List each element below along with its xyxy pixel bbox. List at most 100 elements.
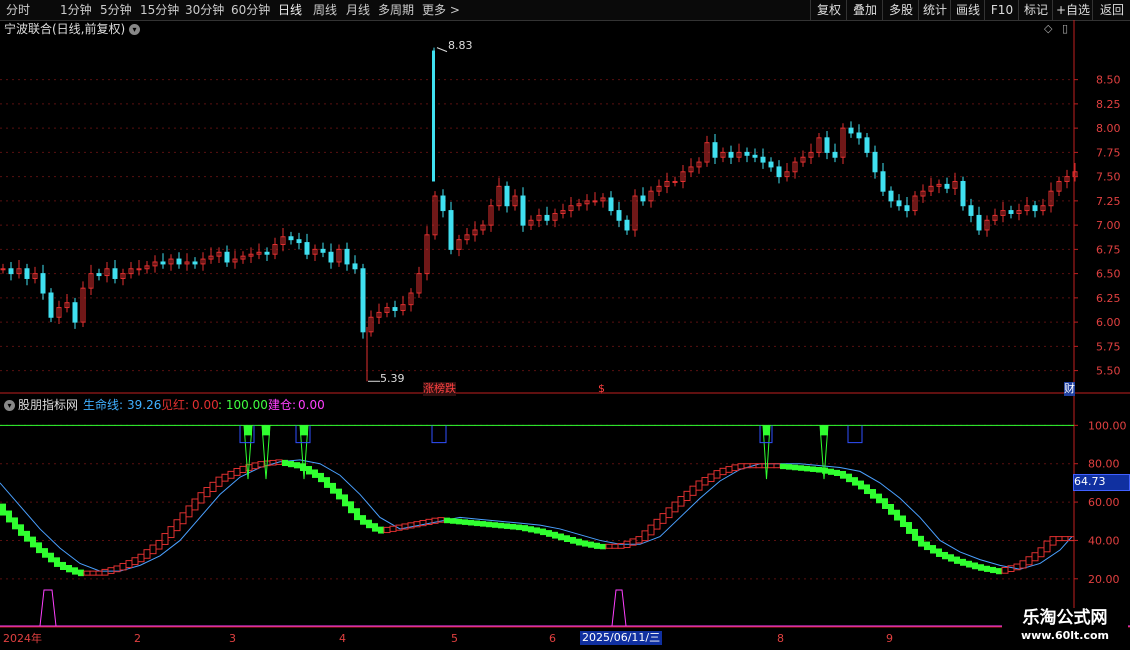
step-band-falling <box>852 477 858 486</box>
stock-chart[interactable]: 8.50 8.25 8.00 7.75 7.50 7.25 7.00 6.75 6.50 6.25… <box>0 0 1130 650</box>
step-band-falling <box>588 541 594 548</box>
high-pointer <box>436 47 448 53</box>
step-band-rising <box>683 490 691 502</box>
candle-body <box>744 151 750 156</box>
stock-title: 宁波联合(日线,前复权) <box>4 22 126 36</box>
candle-body <box>288 236 294 241</box>
candle-body <box>592 200 598 203</box>
candle-body <box>520 195 526 226</box>
step-band-falling <box>336 488 342 500</box>
candle-body <box>824 137 830 153</box>
price-tick-label: 8.50 <box>1096 74 1121 87</box>
top-signal-bar <box>300 425 308 436</box>
step-band-falling <box>810 466 816 472</box>
step-band-falling <box>306 466 312 475</box>
candle-body <box>40 273 46 294</box>
life-line-value: 39.26 <box>127 398 162 412</box>
step-band-rising <box>677 496 685 507</box>
step-band-rising <box>149 544 157 555</box>
price-tick-label: 7.00 <box>1096 219 1121 232</box>
step-band-falling <box>798 465 804 471</box>
step-band-rising <box>215 476 223 487</box>
step-band-rising <box>647 524 655 536</box>
current-value-badge: 64.73 <box>1073 474 1130 491</box>
panel-toggle-icon[interactable]: ▯ <box>1062 22 1068 36</box>
event-label-limit[interactable]: 涨榜跌 <box>423 382 456 396</box>
step-band-rising <box>695 480 703 491</box>
step-band-falling <box>996 568 1002 575</box>
candle-body <box>640 195 646 202</box>
step-band-rising <box>635 536 643 544</box>
step-band-falling <box>894 509 900 521</box>
event-label-dividend[interactable]: $ <box>598 382 605 396</box>
step-band-rising <box>659 513 667 524</box>
candle-body <box>360 268 366 333</box>
date-label: 2024年 <box>3 632 42 645</box>
candle-body <box>960 180 966 207</box>
step-band-falling <box>348 501 354 514</box>
step-band-rising <box>1001 566 1009 574</box>
step-band-falling <box>786 464 792 470</box>
step-band-rising <box>239 465 247 474</box>
event-label-finance[interactable]: 财 <box>1064 382 1075 396</box>
step-band-rising <box>227 470 235 479</box>
step-band-falling <box>360 515 366 525</box>
watermark-url: www.60lt.com <box>1020 629 1110 642</box>
step-band-rising <box>383 526 391 534</box>
diamond-icon[interactable]: ◇ <box>1044 22 1052 36</box>
price-tick-label: 7.25 <box>1096 195 1121 208</box>
jiancang-label: 建仓: <box>268 398 297 412</box>
jianhong-value: 0.00 <box>192 398 219 412</box>
candle-body <box>608 197 614 212</box>
date-label: 9 <box>886 632 893 645</box>
date-label: 5 <box>451 632 458 645</box>
candle-body <box>888 190 894 202</box>
step-band-falling <box>546 530 552 537</box>
step-band-falling <box>342 494 348 507</box>
step-band-falling <box>378 526 384 534</box>
candle-body <box>24 268 30 279</box>
blue-bracket <box>847 425 863 444</box>
step-band-falling <box>558 533 564 541</box>
price-tick-label: 7.50 <box>1096 171 1121 184</box>
candle-body <box>48 292 54 318</box>
step-band-falling <box>834 469 840 477</box>
candle-body <box>328 251 334 263</box>
candle-body <box>264 251 270 255</box>
step-band-falling <box>792 464 798 471</box>
step-band-falling <box>282 459 288 467</box>
step-band-falling <box>486 521 492 528</box>
step-band-rising <box>101 568 109 576</box>
step-band-falling <box>966 560 972 568</box>
candle-body <box>896 200 902 207</box>
candle-body <box>768 161 774 168</box>
step-band-rising <box>83 570 91 576</box>
step-band-falling <box>510 523 516 530</box>
step-band-falling <box>888 504 894 515</box>
step-band-falling <box>972 562 978 570</box>
step-band-rising <box>185 505 193 518</box>
step-band-falling <box>30 536 36 548</box>
chevron-down-icon[interactable]: ▾ <box>4 400 15 411</box>
step-band-falling <box>0 503 6 516</box>
jianhong-extra-value: : 100.00 <box>218 398 268 412</box>
candle-body <box>0 268 6 271</box>
indicator-tick-label: 80.00 <box>1088 458 1120 471</box>
candle-body <box>224 251 230 263</box>
candle-body <box>448 210 454 250</box>
step-band-falling <box>474 520 480 527</box>
candle-body <box>864 137 870 153</box>
candle-body <box>96 273 102 277</box>
step-band-falling <box>492 522 498 528</box>
chevron-down-icon[interactable]: ▾ <box>129 24 140 35</box>
step-band-falling <box>462 519 468 525</box>
step-band-falling <box>456 518 462 525</box>
step-band-falling <box>372 523 378 532</box>
step-band-rising <box>389 525 397 532</box>
step-band-rising <box>191 498 199 511</box>
top-signal-bar <box>244 425 252 436</box>
step-band-falling <box>864 484 870 495</box>
date-label: 3 <box>229 632 236 645</box>
step-band-falling <box>54 557 60 567</box>
step-band-falling <box>780 463 786 470</box>
